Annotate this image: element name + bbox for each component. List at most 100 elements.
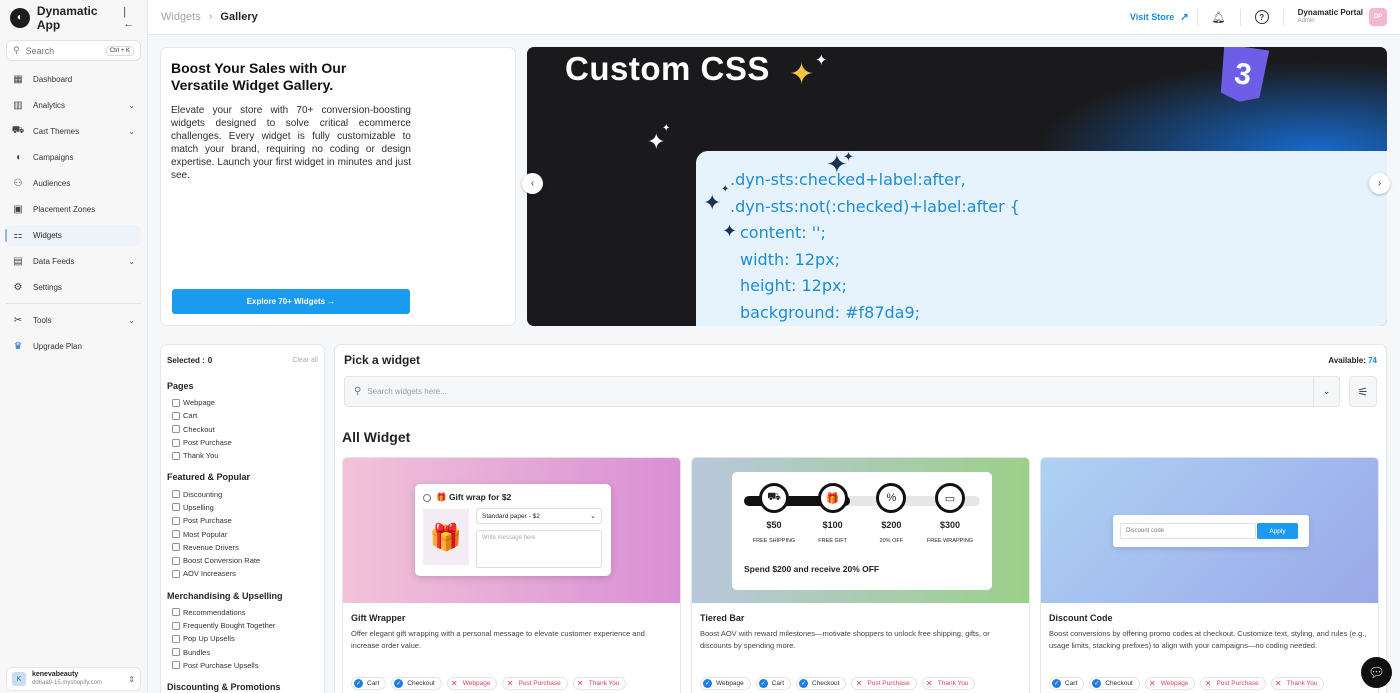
widget-search-input[interactable]: ⚲ Search widgets here... [344, 376, 1314, 407]
checkbox[interactable] [172, 530, 180, 539]
page-tag-post-purchase: ✕ Post Purchase [851, 677, 917, 690]
available-number: 74 [1368, 355, 1377, 365]
filter-group-title: Featured & Popular [167, 472, 251, 483]
checkbox[interactable] [172, 425, 180, 434]
visit-store-label: Visit Store [1129, 12, 1175, 22]
filter-panel: Selected : 0 Clear all Pages Webpage Cart C… [160, 344, 325, 693]
page-tag-post-purchase: ✕ Post Purchase [1200, 677, 1266, 690]
code-line: width: 12px; [740, 249, 840, 269]
widget-card-discount-code[interactable]: Discount code Apply Discount Code Boost … [1040, 457, 1379, 693]
sidebar-item-label: Audiences [33, 179, 71, 188]
sidebar-item-tools[interactable]: ✂ Tools ⌄ [6, 310, 141, 331]
chart-icon: ▥ [13, 100, 23, 111]
widget-description: Offer elegant gift wrapping with a perso… [351, 629, 645, 650]
filter-option-aov-increasers[interactable]: AOV Increasers [167, 567, 318, 580]
tier-reward-label: FREE GIFT [818, 538, 848, 544]
filter-option-thank-you[interactable]: Thank You [167, 449, 318, 462]
page-tag-label: Cart [1065, 680, 1078, 687]
promo-carousel: Custom CSS ✦ ✦ ✦ ✦ 3 .dyn-sts:checked+la… [527, 47, 1387, 326]
widget-card-gift-wrapper[interactable]: 🎁 Gift wrap for $2 🎁 Standard paper - $2… [342, 457, 681, 693]
checkbox[interactable] [172, 411, 180, 420]
grid-icon: ▦ [13, 74, 23, 85]
checkbox[interactable] [172, 661, 180, 670]
sidebar-item-placement-zones[interactable]: ▣ Placement Zones [6, 199, 141, 220]
checkbox[interactable] [172, 556, 180, 565]
collapse-sidebar-icon[interactable]: |← [123, 6, 137, 30]
checkbox[interactable] [172, 569, 180, 578]
filter-option-discounting[interactable]: Discounting [167, 487, 318, 500]
filter-option-label: Post Purchase [183, 516, 232, 526]
sidebar-item-widgets[interactable]: ⚏ Widgets [5, 225, 141, 246]
checkbox[interactable] [172, 516, 180, 525]
explore-widgets-button[interactable]: Explore 70+ Widgets → [172, 289, 410, 314]
check-icon: ✓ [354, 679, 363, 688]
sidebar-item-label: Tools [33, 316, 52, 325]
filter-settings-icon[interactable]: ⚟ [1349, 376, 1377, 407]
filter-option-boost-conversion-rate[interactable]: Boost Conversion Rate [167, 554, 318, 567]
sidebar-item-data-feeds[interactable]: ▤ Data Feeds ⌄ [6, 251, 141, 272]
tools-icon: ✂ [13, 315, 23, 326]
carousel-next-button[interactable]: › [1369, 173, 1390, 194]
filter-option-post-purchase[interactable]: Post Purchase [167, 436, 318, 449]
hero-card: Boost Your Sales with Our Versatile Widg… [160, 47, 516, 326]
filter-option-revenue-drivers[interactable]: Revenue Drivers [167, 541, 318, 554]
nav-divider [6, 303, 141, 304]
checkbox[interactable] [172, 608, 180, 617]
filter-option-pop-up-upsells[interactable]: Pop Up Upsells [167, 632, 318, 645]
sidebar-item-campaigns[interactable]: ◖ Campaigns [6, 147, 141, 168]
widget-card-tiered-bar[interactable]: Spend $200 and receive 20% OFF ⛟ $50 FREE … [691, 457, 1030, 693]
sidebar-item-dashboard[interactable]: ▦ Dashboard [6, 69, 141, 90]
filter-option-upselling[interactable]: Upselling [167, 501, 318, 514]
page-tag-label: Checkout [1105, 680, 1133, 687]
clear-all-button[interactable]: Clear all [292, 357, 318, 364]
checkbox[interactable] [172, 634, 180, 643]
breadcrumb-widgets[interactable]: Widgets [161, 11, 201, 23]
visit-store-link[interactable]: Visit Store ↗ [1130, 12, 1189, 23]
filter-option-cart[interactable]: Cart [167, 409, 318, 422]
chevron-down-icon[interactable]: ⌄ [1314, 376, 1340, 407]
sparkle-icon: ✦ [703, 190, 722, 215]
filter-option-bundles[interactable]: Bundles [167, 645, 318, 658]
checkbox[interactable] [172, 451, 180, 460]
sidebar-item-settings[interactable]: ⚙ Settings [6, 277, 141, 298]
page-tag-label: Cart [771, 680, 784, 687]
filter-option-webpage[interactable]: Webpage [167, 396, 318, 409]
avatar: DP [1369, 8, 1387, 26]
filter-option-checkout[interactable]: Checkout [167, 423, 318, 436]
store-switcher[interactable]: K kenevabeauty dd6aa9-15.myshopify.com ⇕ [6, 667, 141, 691]
available-count: Available: 74 [1328, 356, 1377, 365]
checkbox[interactable] [172, 438, 180, 447]
filter-option-recommendations[interactable]: Recommendations [167, 606, 318, 619]
store-domain: dd6aa9-15.myshopify.com [32, 680, 102, 686]
checkbox[interactable] [172, 398, 180, 407]
chat-icon[interactable]: 💬︎ [1361, 657, 1392, 688]
carousel-prev-button[interactable]: ‹ [522, 173, 543, 194]
sidebar-item-analytics[interactable]: ▥ Analytics ⌄ [6, 95, 141, 116]
carousel-title: Custom CSS [565, 50, 770, 87]
gift-message-field: Write message here [476, 530, 602, 568]
filter-option-frequently-bought-together[interactable]: Frequently Bought Together [167, 619, 318, 632]
widget-page-tags: ✓ Cart ✓ Checkout ✕ Webpage ✕ Post Purchase ✕ Tha… [351, 677, 672, 690]
checkbox[interactable] [172, 621, 180, 630]
sidebar-search[interactable]: ⚲ Search Ctrl + K [6, 40, 141, 61]
filter-option-most-popular[interactable]: Most Popular [167, 527, 318, 540]
page-tag-cart: ✓ Cart [1049, 677, 1085, 690]
sidebar-item-cart-themes[interactable]: ⛟ Cart Themes ⌄ [6, 121, 141, 142]
portal-name: Dynamatic Portal [1297, 8, 1363, 17]
filter-option-label: Boost Conversion Rate [183, 556, 261, 566]
profile-menu[interactable]: Dynamatic Portal Admin DP [1298, 8, 1387, 26]
bell-icon[interactable]: 🔔︎ [1212, 10, 1226, 24]
checkbox[interactable] [172, 648, 180, 657]
page-tag-label: Post Purchase [1216, 680, 1259, 687]
sidebar-item-upgrade-plan[interactable]: ♛ Upgrade Plan [6, 336, 141, 357]
checkbox[interactable] [172, 490, 180, 499]
top-bar: Widgets › Gallery Visit Store ↗ 🔔︎ ? Dyn… [148, 0, 1400, 35]
help-icon[interactable]: ? [1254, 10, 1269, 24]
tier-reward-label: 20% OFF [879, 538, 904, 544]
sidebar-item-audiences[interactable]: ⚇ Audiences [6, 173, 141, 194]
checkbox[interactable] [172, 543, 180, 552]
filter-option-post-purchase[interactable]: Post Purchase [167, 514, 318, 527]
gift-wrap-preview: 🎁 Gift wrap for $2 🎁 Standard paper - $2… [415, 484, 611, 576]
filter-option-post-purchase-upsells[interactable]: Post Purchase Upsells [167, 659, 318, 672]
checkbox[interactable] [172, 503, 180, 512]
